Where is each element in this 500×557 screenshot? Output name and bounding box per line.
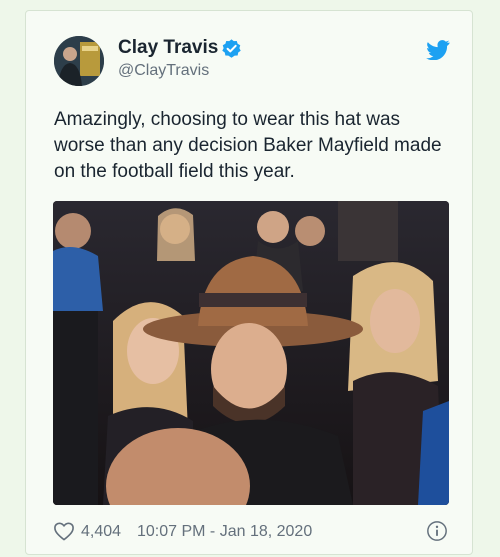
user-handle[interactable]: @ClayTravis bbox=[118, 62, 209, 80]
display-name[interactable]: Clay Travis bbox=[118, 37, 218, 59]
tweet-photo[interactable] bbox=[53, 201, 449, 505]
info-icon[interactable] bbox=[426, 520, 448, 542]
verified-badge-icon bbox=[222, 39, 241, 58]
heart-icon[interactable] bbox=[53, 521, 75, 541]
avatar[interactable] bbox=[54, 36, 104, 86]
tweet-text: Amazingly, choosing to wear this hat was… bbox=[54, 109, 442, 182]
tweet-footer: 4,404 10:07 PM - Jan 18, 2020 bbox=[53, 521, 453, 543]
tweet-timestamp[interactable]: 10:07 PM - Jan 18, 2020 bbox=[137, 523, 312, 541]
tweet-card[interactable]: Clay Travis @ClayTravis Amazingly, choos… bbox=[25, 10, 473, 555]
like-count: 4,404 bbox=[81, 523, 122, 540]
twitter-bird-icon[interactable] bbox=[426, 40, 450, 60]
